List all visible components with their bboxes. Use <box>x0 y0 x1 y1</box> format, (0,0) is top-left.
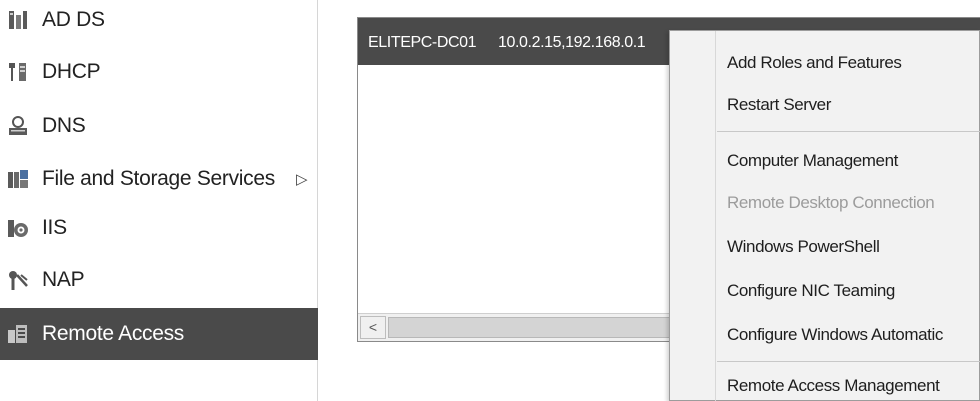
menu-separator <box>717 361 980 362</box>
menu-separator <box>717 131 980 132</box>
sidebar-item-dns[interactable]: DNS <box>0 106 318 146</box>
server-context-menu: Add Roles and Features Restart Server Co… <box>669 30 980 401</box>
menu-item-restart-server[interactable]: Restart Server <box>670 87 980 123</box>
nap-icon <box>9 271 28 290</box>
menu-item-windows-powershell[interactable]: Windows PowerShell <box>670 229 980 265</box>
menu-item-nic-teaming[interactable]: Configure NIC Teaming <box>670 273 980 309</box>
sidebar-item-remote-access[interactable]: Remote Access <box>0 308 318 360</box>
sidebar-item-iis[interactable]: IIS <box>0 208 318 248</box>
sidebar-item-label: DNS <box>42 114 86 137</box>
sidebar-item-file-storage[interactable]: File and Storage Services ▷ <box>0 159 318 199</box>
menu-item-label: Remote Access Management <box>727 376 940 395</box>
menu-item-label: Windows PowerShell <box>727 237 880 256</box>
sidebar-item-label: IIS <box>42 216 67 239</box>
scroll-left-button[interactable]: < <box>360 316 386 339</box>
menu-item-label: Restart Server <box>727 95 831 114</box>
remote-access-icon <box>8 325 27 343</box>
sidebar-item-label: Remote Access <box>42 322 184 345</box>
menu-item-label: Remote Desktop Connection <box>727 193 935 212</box>
menu-item-add-roles[interactable]: Add Roles and Features <box>670 45 980 81</box>
menu-item-remote-desktop: Remote Desktop Connection <box>670 185 980 221</box>
sidebar-item-nap[interactable]: NAP <box>0 260 318 300</box>
sidebar-item-label: DHCP <box>42 60 101 83</box>
menu-item-label: Add Roles and Features <box>727 53 902 72</box>
submenu-arrow-icon[interactable]: ▷ <box>296 170 308 188</box>
ad-ds-icon <box>9 11 27 29</box>
iis-icon <box>8 220 28 237</box>
sidebar-item-label: AD DS <box>42 8 105 31</box>
menu-item-remote-access-management[interactable]: Remote Access Management <box>670 368 980 401</box>
dhcp-icon <box>9 63 26 81</box>
roles-sidebar: AD DS DHCP DNS File and Storage Services… <box>0 0 318 401</box>
menu-item-label: Configure NIC Teaming <box>727 281 895 300</box>
file-storage-icon <box>8 170 28 188</box>
server-ip: 10.0.2.15,192.168.0.1 <box>498 34 646 51</box>
sidebar-item-dhcp[interactable]: DHCP <box>0 52 318 92</box>
menu-item-label: Computer Management <box>727 151 898 170</box>
sidebar-item-label: NAP <box>42 268 85 291</box>
menu-item-windows-automatic[interactable]: Configure Windows Automatic <box>670 317 980 353</box>
sidebar-item-label: File and Storage Services <box>42 167 275 190</box>
menu-item-computer-management[interactable]: Computer Management <box>670 143 980 179</box>
server-name: ELITEPC-DC01 <box>368 34 477 51</box>
menu-item-label: Configure Windows Automatic <box>727 325 943 344</box>
sidebar-item-ad-ds[interactable]: AD DS <box>0 0 318 40</box>
dns-icon <box>9 116 27 135</box>
